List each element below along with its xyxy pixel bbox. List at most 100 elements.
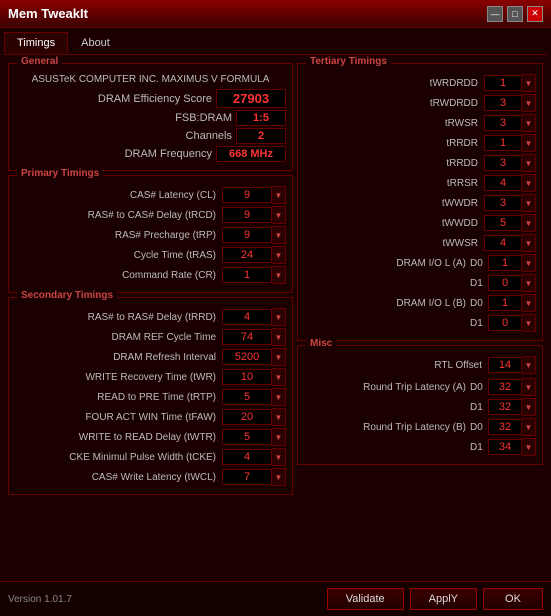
tertiary-arrow-7[interactable]: ▼ xyxy=(522,214,536,232)
tertiary-timing-row-4: tRRDD ▼ xyxy=(304,154,536,172)
secondary-label-6: WRITE to READ Delay (tWTR) xyxy=(15,432,222,443)
rtl-offset-input[interactable] xyxy=(488,357,522,373)
dram-io-b-d0-arrow[interactable]: ▼ xyxy=(522,294,536,312)
primary-timing-row-4: Command Rate (CR) ▼ xyxy=(15,266,286,284)
tertiary-label-4: tRRDD xyxy=(304,158,484,169)
tertiary-input-6[interactable] xyxy=(484,195,522,211)
rtl-a-d0-arrow[interactable]: ▼ xyxy=(522,378,536,396)
tertiary-arrow-3[interactable]: ▼ xyxy=(522,134,536,152)
tertiary-arrow-4[interactable]: ▼ xyxy=(522,154,536,172)
primary-label-3: Cycle Time (tRAS) xyxy=(15,250,222,261)
secondary-timing-row-3: WRITE Recovery Time (tWR) ▼ xyxy=(15,368,286,386)
dram-io-a-d0-input[interactable] xyxy=(488,255,522,271)
tertiary-label-6: tWWDR xyxy=(304,198,484,209)
dram-io-a-label: DRAM I/O L (A) xyxy=(304,258,470,269)
primary-arrow-3[interactable]: ▼ xyxy=(272,246,286,264)
secondary-arrow-4[interactable]: ▼ xyxy=(272,388,286,406)
secondary-arrow-3[interactable]: ▼ xyxy=(272,368,286,386)
rtl-b-d1-row: D1 ▼ xyxy=(304,438,536,456)
primary-arrow-1[interactable]: ▼ xyxy=(272,206,286,224)
primary-timing-row-0: CAS# Latency (CL) ▼ xyxy=(15,186,286,204)
dram-io-a-d1-row: D1 ▼ xyxy=(304,274,536,292)
secondary-input-6[interactable] xyxy=(222,429,272,445)
secondary-arrow-5[interactable]: ▼ xyxy=(272,408,286,426)
ok-button[interactable]: OK xyxy=(483,588,543,610)
secondary-input-4[interactable] xyxy=(222,389,272,405)
dram-io-a-row: DRAM I/O L (A) D0 ▼ xyxy=(304,254,536,272)
tertiary-input-5[interactable] xyxy=(484,175,522,191)
secondary-input-2[interactable] xyxy=(222,349,272,365)
rtl-b-d1-arrow[interactable]: ▼ xyxy=(522,438,536,456)
tertiary-label-0: tWRDRDD xyxy=(304,78,484,89)
rtl-b-d0-arrow[interactable]: ▼ xyxy=(522,418,536,436)
dram-io-a-d0-label: D0 xyxy=(470,258,488,269)
primary-input-1[interactable] xyxy=(222,207,272,223)
bottom-bar: Version 1.01.7 Validate ApplY OK xyxy=(0,581,551,616)
misc-title: Misc xyxy=(306,338,336,349)
close-button[interactable]: ✕ xyxy=(527,6,543,22)
secondary-arrow-8[interactable]: ▼ xyxy=(272,468,286,486)
version-text: Version 1.01.7 xyxy=(8,594,72,605)
title-text: Mem TweakIt xyxy=(8,6,88,21)
primary-arrow-4[interactable]: ▼ xyxy=(272,266,286,284)
dram-io-b-d1-arrow[interactable]: ▼ xyxy=(522,314,536,332)
dram-io-b-d0-input[interactable] xyxy=(488,295,522,311)
secondary-arrow-0[interactable]: ▼ xyxy=(272,308,286,326)
dram-io-b-d1-row: D1 ▼ xyxy=(304,314,536,332)
primary-input-4[interactable] xyxy=(222,267,272,283)
primary-input-2[interactable] xyxy=(222,227,272,243)
rtl-a-d1-input[interactable] xyxy=(488,399,522,415)
primary-arrow-2[interactable]: ▼ xyxy=(272,226,286,244)
rtl-a-d1-arrow[interactable]: ▼ xyxy=(522,398,536,416)
tertiary-arrow-1[interactable]: ▼ xyxy=(522,94,536,112)
tertiary-arrow-8[interactable]: ▼ xyxy=(522,234,536,252)
dram-io-a-d1-input[interactable] xyxy=(488,275,522,291)
secondary-input-7[interactable] xyxy=(222,449,272,465)
general-group: General ASUSTeK COMPUTER INC. MAXIMUS V … xyxy=(8,63,293,171)
dram-io-a-d0-arrow[interactable]: ▼ xyxy=(522,254,536,272)
tertiary-input-0[interactable] xyxy=(484,75,522,91)
tertiary-timing-row-3: tRRDR ▼ xyxy=(304,134,536,152)
rtl-b-d1-input[interactable] xyxy=(488,439,522,455)
dram-io-a-d1-label: D1 xyxy=(470,278,488,289)
primary-input-3[interactable] xyxy=(222,247,272,263)
secondary-input-1[interactable] xyxy=(222,329,272,345)
secondary-input-5[interactable] xyxy=(222,409,272,425)
tertiary-timing-row-7: tWWDD ▼ xyxy=(304,214,536,232)
validate-button[interactable]: Validate xyxy=(327,588,404,610)
maximize-button[interactable]: □ xyxy=(507,6,523,22)
primary-arrow-0[interactable]: ▼ xyxy=(272,186,286,204)
secondary-arrow-7[interactable]: ▼ xyxy=(272,448,286,466)
secondary-arrow-6[interactable]: ▼ xyxy=(272,428,286,446)
secondary-label-0: RAS# to RAS# Delay (tRRD) xyxy=(15,312,222,323)
tertiary-input-3[interactable] xyxy=(484,135,522,151)
tertiary-input-8[interactable] xyxy=(484,235,522,251)
tertiary-arrow-0[interactable]: ▼ xyxy=(522,74,536,92)
secondary-arrow-2[interactable]: ▼ xyxy=(272,348,286,366)
tertiary-input-2[interactable] xyxy=(484,115,522,131)
dram-io-a-d1-arrow[interactable]: ▼ xyxy=(522,274,536,292)
secondary-input-3[interactable] xyxy=(222,369,272,385)
tertiary-input-1[interactable] xyxy=(484,95,522,111)
minimize-button[interactable]: — xyxy=(487,6,503,22)
tertiary-arrow-5[interactable]: ▼ xyxy=(522,174,536,192)
secondary-input-0[interactable] xyxy=(222,309,272,325)
tertiary-input-4[interactable] xyxy=(484,155,522,171)
tertiary-arrow-6[interactable]: ▼ xyxy=(522,194,536,212)
rtl-b-d0-input[interactable] xyxy=(488,419,522,435)
secondary-arrow-1[interactable]: ▼ xyxy=(272,328,286,346)
tertiary-label-7: tWWDD xyxy=(304,218,484,229)
tertiary-arrow-2[interactable]: ▼ xyxy=(522,114,536,132)
dram-io-b-d1-input[interactable] xyxy=(488,315,522,331)
rtl-offset-arrow[interactable]: ▼ xyxy=(522,356,536,374)
secondary-timing-row-5: FOUR ACT WIN Time (tFAW) ▼ xyxy=(15,408,286,426)
secondary-timing-row-1: DRAM REF Cycle Time ▼ xyxy=(15,328,286,346)
tab-about[interactable]: About xyxy=(68,32,123,54)
mobo-label: ASUSTeK COMPUTER INC. MAXIMUS V FORMULA xyxy=(15,74,286,85)
tab-timings[interactable]: Timings xyxy=(4,32,68,54)
secondary-input-8[interactable] xyxy=(222,469,272,485)
apply-button[interactable]: ApplY xyxy=(410,588,477,610)
primary-input-0[interactable] xyxy=(222,187,272,203)
tertiary-input-7[interactable] xyxy=(484,215,522,231)
rtl-a-d0-input[interactable] xyxy=(488,379,522,395)
